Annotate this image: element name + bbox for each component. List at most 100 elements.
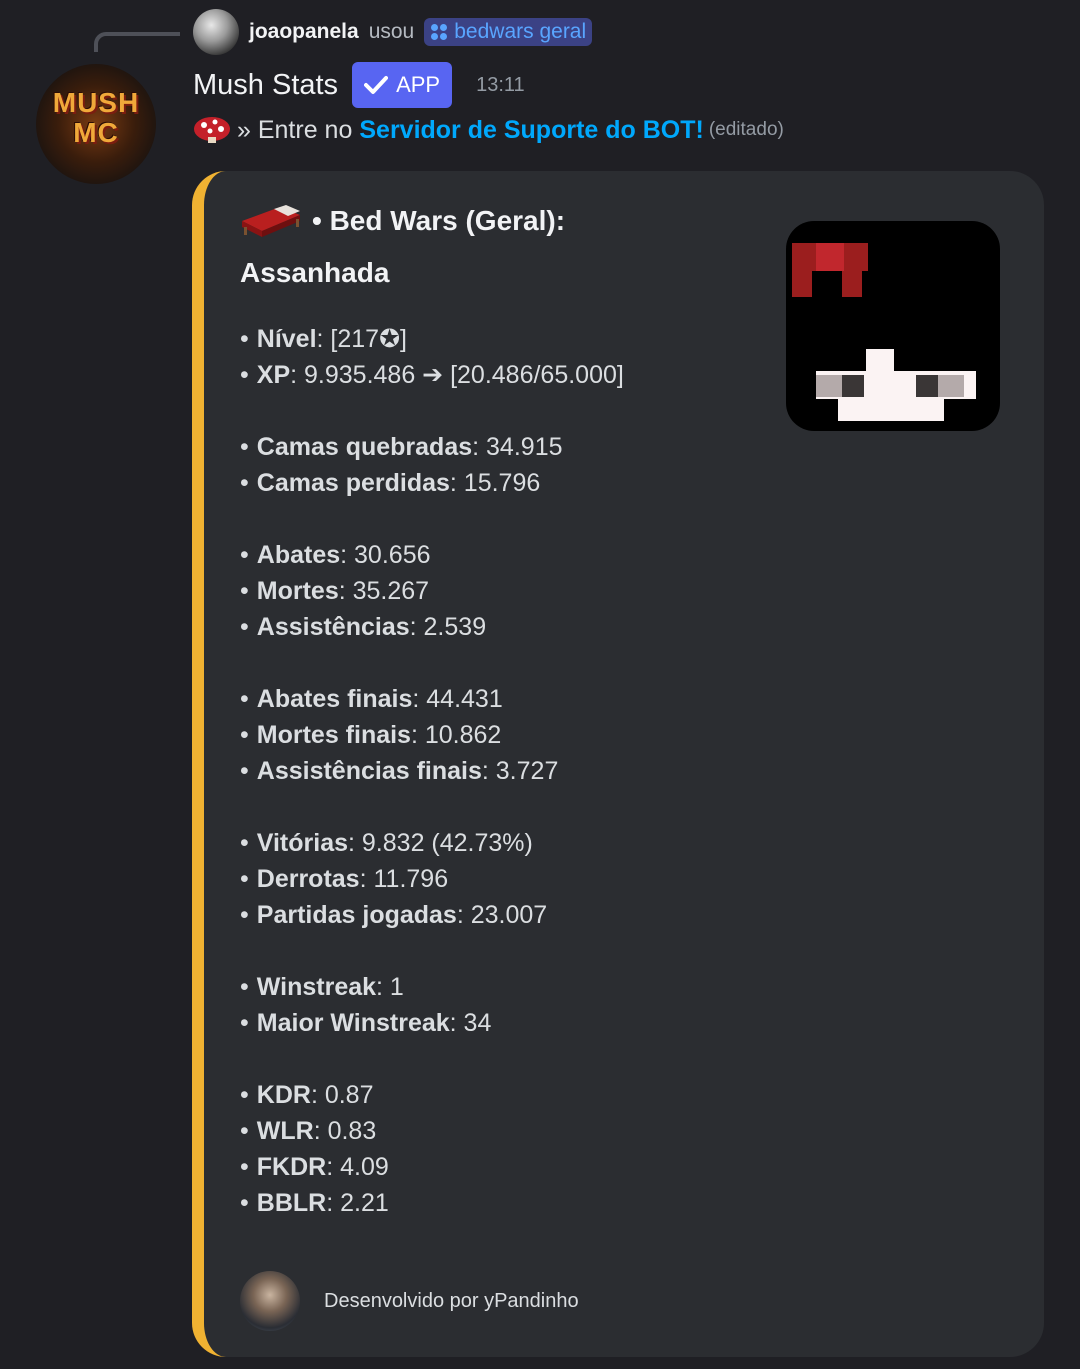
bullet: • [240, 757, 249, 785]
message-timestamp[interactable]: 13:11 [476, 74, 525, 97]
command-name: bedwars geral [454, 20, 587, 43]
bullet: • [240, 469, 249, 497]
stat-label: Abates [256, 541, 341, 569]
stat-line: • Camas quebradas: 34.915 [240, 429, 800, 465]
stat-value: : 10.862 [410, 721, 502, 749]
stat-label: XP [256, 361, 291, 389]
bot-avatar-logo: MUSH MC [52, 87, 140, 148]
stat-label: Camas quebradas [256, 433, 473, 461]
stat-value: : 0.87 [310, 1081, 374, 1109]
app-badge-label: APP [396, 72, 441, 97]
edited-label: (editado) [708, 119, 784, 140]
stat-group: • Abates: 30.656 • Mortes: 35.267 • Assistênc… [240, 537, 800, 645]
stat-value: : 0.83 [313, 1117, 377, 1145]
stat-line: • Derrotas: 11.796 [240, 861, 800, 897]
stat-line: • Partidas jogadas: 23.007 [240, 897, 800, 933]
stat-line: • Abates finais: 44.431 [240, 681, 800, 717]
checkmark-icon [364, 76, 389, 94]
stat-value: : 2.21 [326, 1189, 389, 1217]
stat-line: • Camas perdidas: 15.796 [240, 465, 800, 501]
player-name: Assanhada [240, 257, 390, 288]
bot-username[interactable]: Mush Stats [193, 69, 338, 102]
bed-icon [242, 205, 300, 237]
bullet: • [240, 361, 249, 389]
stat-line: • Abates: 30.656 [240, 537, 800, 573]
bullet: • [240, 433, 249, 461]
stat-value: : 9.935.486 ➔ [20.486/65.000] [290, 361, 624, 389]
bot-avatar[interactable]: MUSH MC [36, 64, 156, 184]
stat-label: Vitórias [256, 829, 349, 857]
stat-value: : 34 [449, 1009, 492, 1037]
stat-value: : 4.09 [326, 1153, 389, 1181]
stat-value: : 35.267 [338, 577, 430, 605]
stat-label: Maior Winstreak [256, 1009, 450, 1037]
stat-label: Assistências [256, 613, 410, 641]
reply-connector [94, 32, 180, 52]
stat-line: • Assistências: 2.539 [240, 609, 800, 645]
reply-username[interactable]: joaopanela [249, 20, 359, 44]
message-content: » Entre no Servidor de Suporte do BOT! (… [193, 110, 784, 150]
bullet: • [240, 613, 249, 641]
stat-label: Winstreak [256, 973, 377, 1001]
embed-footer: Desenvolvido por yPandinho [240, 1271, 579, 1331]
stat-group: • Nível: [217✪] • XP: 9.935.486 ➔ [20.486/6… [240, 321, 800, 393]
support-server-link[interactable]: Servidor de Suporte do BOT! [359, 116, 703, 145]
developer-avatar [240, 1271, 300, 1331]
stat-value: : 23.007 [456, 901, 548, 929]
stat-group: • Winstreak: 1 • Maior Winstreak: 34 [240, 969, 800, 1041]
stat-label: Assistências finais [256, 757, 482, 785]
stat-line: • XP: 9.935.486 ➔ [20.486/65.000] [240, 357, 800, 393]
stat-value: : 11.796 [359, 865, 449, 893]
stat-line: • Mortes: 35.267 [240, 573, 800, 609]
bullet: • [240, 1189, 249, 1217]
stat-value: : [217✪] [316, 325, 407, 353]
stat-line: • Assistências finais: 3.727 [240, 753, 800, 789]
stat-value: : 1 [376, 973, 404, 1001]
bullet: • [240, 1153, 249, 1181]
stat-value: : 15.796 [449, 469, 541, 497]
bullet: • [240, 829, 249, 857]
stat-value: : 30.656 [340, 541, 431, 569]
stat-group: • Abates finais: 44.431 • Mortes finais: 10… [240, 681, 800, 789]
embed-title-text: • Bed Wars (Geral): [312, 205, 566, 236]
reply-user-avatar[interactable] [193, 9, 239, 55]
bullet: • [240, 541, 249, 569]
bullet: • [240, 577, 249, 605]
reply-header: joaopanela usou bedwars geral [193, 8, 593, 56]
stat-line: • WLR: 0.83 [240, 1113, 800, 1149]
message-header: Mush Stats APP 13:11 [193, 60, 525, 110]
bullet: • [240, 901, 249, 929]
bullet: • [240, 1009, 249, 1037]
stat-label: Mortes [256, 577, 339, 605]
stat-value: : 2.539 [409, 613, 487, 641]
stat-group: • KDR: 0.87 • WLR: 0.83 • FKDR: 4.09 • BBLR: 2.… [240, 1077, 800, 1221]
bullet: • [240, 865, 249, 893]
stat-label: Derrotas [256, 865, 360, 893]
stat-line: • BBLR: 2.21 [240, 1185, 800, 1221]
stat-label: Partidas jogadas [256, 901, 457, 929]
content-text: » Entre no [237, 115, 353, 144]
stat-line: • Nível: [217✪] [240, 321, 800, 357]
stat-line: • Maior Winstreak: 34 [240, 1005, 800, 1041]
player-skin-thumbnail[interactable] [786, 221, 1000, 431]
stat-label: WLR [256, 1117, 314, 1145]
bullet: • [240, 973, 249, 1001]
embed-title: • Bed Wars (Geral): [240, 201, 565, 241]
stat-label: Nível [256, 325, 317, 353]
stat-value: : 9.832 (42.73%) [348, 829, 533, 857]
command-mention[interactable]: bedwars geral [424, 18, 593, 46]
footer-text: Desenvolvido por yPandinho [324, 1289, 579, 1312]
bullet: • [240, 721, 249, 749]
stat-label: Mortes finais [256, 721, 411, 749]
bullet: • [240, 1081, 249, 1109]
app-badge: APP [352, 62, 453, 108]
stats-embed: • Bed Wars (Geral): Assanhada • Nível: [2… [192, 171, 1044, 1357]
bullet: • [240, 325, 249, 353]
stat-group: • Camas quebradas: 34.915 • Camas perdidas:… [240, 429, 800, 501]
bullet: • [240, 685, 249, 713]
slash-command-icon [430, 23, 448, 41]
stat-group: • Vitórias: 9.832 (42.73%) • Derrotas: 11.7… [240, 825, 800, 933]
stat-line: • Mortes finais: 10.862 [240, 717, 800, 753]
stat-label: FKDR [256, 1153, 327, 1181]
reply-action-text: usou [368, 20, 415, 43]
